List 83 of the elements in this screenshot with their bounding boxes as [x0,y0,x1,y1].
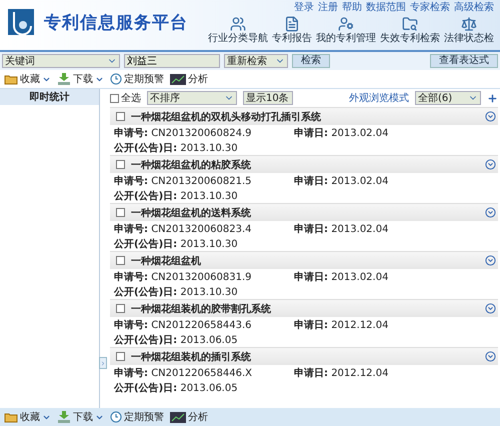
result-title[interactable]: 一种烟花组盆机的送料系统 [131,206,251,220]
result-checkbox[interactable] [116,352,125,361]
logo-icon [8,9,34,35]
nav-item[interactable]: 我的专利管理 [316,16,376,45]
result-title[interactable]: 一种烟花组装机的插引系统 [131,350,251,364]
field-select[interactable]: 关键词 [2,54,120,68]
analysis-button[interactable]: 分析 [170,72,208,86]
scales-icon [461,16,477,32]
application-number: 申请号: CN201220658446.X [114,366,254,380]
top-link[interactable]: 专家检索 [410,2,450,14]
top-link[interactable]: 注册 [318,2,338,14]
application-date: 申请日: 2013.02.04 [294,270,388,284]
top-link[interactable]: 帮助 [342,2,362,14]
analysis-button[interactable]: 分析 [170,410,208,424]
view-mode-select[interactable]: 全部(6) [415,91,481,105]
application-number: 申请号: CN201320060821.5 [114,174,253,188]
application-number: 申请号: CN201320060824.9 [114,126,253,140]
expand-handle[interactable] [99,357,107,369]
folder-icon [4,73,18,85]
application-number: 申请号: CN201320060823.4 [114,222,253,236]
view-mode-label: 外观浏览模式 [349,92,409,105]
favorite-menu[interactable]: 收藏 [4,410,51,424]
application-date: 申请日: 2013.02.04 [294,174,388,188]
clock-icon [110,411,122,423]
result-title[interactable]: 一种烟花组装机的胶带割孔系统 [131,302,271,316]
collapse-icon[interactable] [485,255,496,266]
page-size-select[interactable]: 显示10条 [243,91,293,105]
chart-icon [170,412,186,422]
select-all-checkbox[interactable]: 全选 [110,91,141,105]
download-menu[interactable]: 下载 [57,72,104,86]
search-button[interactable]: 检索 [292,54,330,68]
favorite-menu[interactable]: 收藏 [4,72,51,86]
result-checkbox[interactable] [116,208,125,217]
download-icon [57,73,71,85]
collapse-icon[interactable] [485,207,496,218]
alert-button[interactable]: 定期预警 [110,410,164,424]
result-checkbox[interactable] [116,112,125,121]
query-input[interactable]: 刘益三 [124,54,220,68]
chart-icon [170,74,186,84]
application-number: 申请号: CN201320060831.9 [114,270,253,284]
publication-date: 公开(公告)日: 2013.10.30 [114,238,238,250]
result-title[interactable]: 一种烟花组盆机的粘胶系统 [131,158,251,172]
result-checkbox[interactable] [116,304,125,313]
collapse-icon[interactable] [485,111,496,122]
download-icon [57,411,71,423]
result-title[interactable]: 一种烟花组盆机的双机头移动打孔插引系统 [131,110,321,124]
folder-icon [4,411,18,423]
nav-item[interactable]: 行业分类导航 [208,16,268,45]
top-link[interactable]: 数据范围 [366,2,406,14]
publication-date: 公开(公告)日: 2013.06.05 [114,334,238,346]
publication-date: 公开(公告)日: 2013.10.30 [114,190,238,202]
folder-search-icon [402,16,418,32]
top-link[interactable]: 登录 [294,2,314,14]
nav-item[interactable]: 专利报告 [272,16,312,45]
application-number: 申请号: CN201220658443.6 [114,318,253,332]
application-date: 申请日: 2012.12.04 [294,318,388,332]
nav-item[interactable]: 失效专利检索 [380,16,440,45]
add-icon[interactable] [487,92,498,104]
site-title: 专利信息服务平台 [44,12,188,34]
result-checkbox[interactable] [116,256,125,265]
publication-date: 公开(公告)日: 2013.10.30 [114,286,238,298]
sort-select[interactable]: 不排序 [147,91,237,105]
people-icon [230,16,246,32]
mode-select[interactable]: 重新检索 [224,54,288,68]
download-menu[interactable]: 下载 [57,410,104,424]
alert-button[interactable]: 定期预警 [110,72,164,86]
sidebar-title: 即时统计 [0,89,99,105]
user-gear-icon [338,16,354,32]
view-expression-button[interactable]: 查看表达式 [430,54,498,68]
clock-icon [110,73,122,85]
collapse-icon[interactable] [485,351,496,362]
publication-date: 公开(公告)日: 2013.06.05 [114,382,238,394]
application-date: 申请日: 2012.12.04 [294,366,388,380]
collapse-icon[interactable] [485,303,496,314]
result-title[interactable]: 一种烟花组盆机 [131,254,201,268]
result-checkbox[interactable] [116,160,125,169]
top-link[interactable]: 高级检索 [454,2,494,14]
nav-item[interactable]: 法律状态检 [444,16,494,45]
application-date: 申请日: 2013.02.04 [294,126,388,140]
document-icon [284,16,300,32]
collapse-icon[interactable] [485,159,496,170]
publication-date: 公开(公告)日: 2013.10.30 [114,142,238,154]
application-date: 申请日: 2013.02.04 [294,222,388,236]
